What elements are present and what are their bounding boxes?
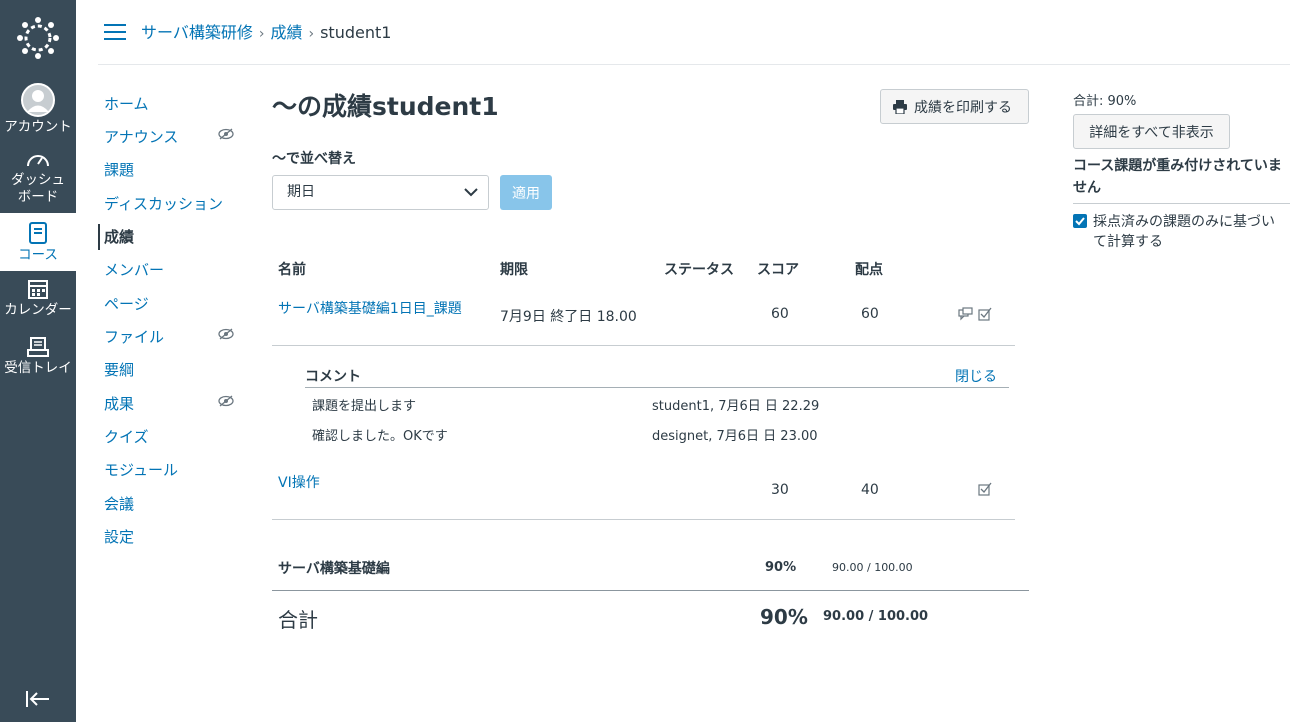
- courses-label: コース: [18, 247, 58, 263]
- column-header-due[interactable]: 期限: [500, 259, 528, 279]
- assignment-points: 40: [861, 482, 879, 498]
- rubric-icon[interactable]: [978, 307, 992, 321]
- account-label: アカウント: [4, 119, 72, 135]
- assignment-score[interactable]: 30: [771, 482, 789, 498]
- calendar-label: カレンダー: [4, 302, 72, 318]
- sidebar-divider: [1073, 203, 1290, 204]
- column-header-status: ステータス: [664, 262, 734, 278]
- collapse-nav-icon[interactable]: [25, 688, 51, 710]
- comment-meta: designet, 7月6日 日 23.00: [652, 429, 818, 444]
- course-nav-settings[interactable]: 設定: [98, 524, 238, 550]
- course-nav-quizzes[interactable]: クイズ: [98, 424, 238, 450]
- course-nav-discussions[interactable]: ディスカッション: [98, 191, 238, 217]
- total-percent: 90%: [760, 605, 808, 629]
- dashboard-icon: [27, 155, 49, 167]
- assignment-score[interactable]: 60: [771, 306, 789, 322]
- graded-only-checkbox-label[interactable]: 採点済みの課題のみに基づいて計算する: [1093, 212, 1288, 252]
- assignment-group-points: 90.00 / 100.00: [832, 561, 913, 574]
- book-icon: [29, 222, 47, 244]
- breadcrumb-grades-link[interactable]: 成績: [270, 23, 302, 42]
- global-nav: アカウント ダッシュ ボード コース カレンダー 受信トレイ: [0, 0, 76, 722]
- course-nav-syllabus[interactable]: 要綱: [98, 357, 238, 383]
- course-nav-home[interactable]: ホーム: [98, 91, 238, 117]
- global-nav-inbox[interactable]: 受信トレイ: [0, 336, 76, 386]
- page-header: サーバ構築研修 › 成績 › student1: [98, 0, 1290, 65]
- breadcrumb: サーバ構築研修 › 成績 › student1: [141, 22, 391, 45]
- global-nav-calendar[interactable]: カレンダー: [0, 278, 76, 328]
- course-nav-conferences[interactable]: 会議: [98, 491, 238, 517]
- assignment-due: 7月9日 終了日 18.00: [500, 309, 637, 325]
- column-header-name[interactable]: 名前: [278, 259, 306, 279]
- canvas-logo-icon[interactable]: [16, 16, 60, 60]
- rubric-icon[interactable]: [978, 482, 992, 496]
- eye-hidden-icon: [218, 128, 234, 140]
- sidebar-total: 合計: 90%: [1073, 94, 1137, 109]
- chevron-right-icon: ›: [308, 26, 315, 42]
- dashboard-label-2: ボード: [17, 189, 59, 205]
- course-nav-people[interactable]: メンバー: [98, 257, 238, 283]
- course-nav-assignments[interactable]: 課題: [98, 157, 238, 183]
- total-divider: [272, 590, 1029, 591]
- apply-button[interactable]: 適用: [500, 175, 552, 210]
- total-label: 合計: [278, 608, 318, 632]
- dashboard-label-1: ダッシュ: [11, 172, 65, 188]
- print-grades-button[interactable]: 成績を印刷する: [880, 89, 1029, 124]
- sort-select[interactable]: 期日: [272, 175, 489, 210]
- global-nav-courses[interactable]: コース: [0, 213, 76, 271]
- print-button-label: 成績を印刷する: [914, 99, 1012, 116]
- global-nav-account[interactable]: アカウント: [0, 83, 76, 139]
- inbox-label: 受信トレイ: [4, 360, 72, 376]
- row-divider: [272, 519, 1015, 520]
- comments-icon[interactable]: [958, 307, 974, 321]
- course-nav-outcomes[interactable]: 成果: [98, 391, 238, 417]
- chevron-down-icon: [464, 188, 478, 197]
- comment-text: 確認しました。OKです: [312, 429, 448, 444]
- breadcrumb-course-link[interactable]: サーバ構築研修: [141, 23, 253, 42]
- avatar-icon: [21, 83, 55, 117]
- comment-text: 課題を提出します: [312, 399, 417, 414]
- course-nav-label: アナウンス: [104, 128, 179, 146]
- printer-icon: [893, 100, 907, 114]
- page-title: 〜の成績student1: [272, 92, 499, 121]
- row-divider: [272, 345, 1015, 346]
- calendar-icon: [28, 280, 48, 299]
- assignment-link[interactable]: VI操作: [278, 472, 320, 492]
- column-header-points: 配点: [855, 262, 883, 278]
- column-header-score[interactable]: スコア: [757, 259, 799, 279]
- assignment-points: 60: [861, 306, 879, 322]
- global-nav-dashboard[interactable]: ダッシュ ボード: [0, 150, 76, 210]
- weighting-note: コース課題が重み付けされていません: [1073, 158, 1282, 196]
- comment-meta: student1, 7月6日 日 22.29: [652, 399, 820, 414]
- eye-hidden-icon: [218, 328, 234, 340]
- sort-label: 〜で並べ替え: [272, 151, 356, 167]
- assignment-group-name: サーバ構築基礎編: [278, 561, 390, 577]
- course-nav-pages[interactable]: ページ: [98, 291, 238, 317]
- hide-all-details-button[interactable]: 詳細をすべて非表示: [1073, 114, 1230, 149]
- total-points: 90.00 / 100.00: [823, 609, 929, 624]
- close-comments-link[interactable]: 閉じる: [955, 366, 997, 386]
- assignment-link[interactable]: サーバ構築基礎編1日目_課題: [278, 298, 462, 318]
- comments-divider: [305, 387, 1009, 388]
- chevron-right-icon: ›: [258, 26, 265, 42]
- eye-hidden-icon: [218, 395, 234, 407]
- sort-select-value: 期日: [287, 184, 315, 200]
- course-nav-files[interactable]: ファイル: [98, 324, 238, 350]
- hamburger-menu-icon[interactable]: [104, 24, 126, 40]
- course-nav-grades[interactable]: 成績: [98, 224, 238, 250]
- checkmark-icon: [1075, 217, 1085, 226]
- inbox-icon: [27, 337, 49, 357]
- breadcrumb-current: student1: [320, 23, 392, 42]
- course-nav-modules[interactable]: モジュール: [98, 457, 238, 483]
- course-nav-announcements[interactable]: アナウンス: [98, 124, 238, 150]
- assignment-group-percent: 90%: [765, 560, 797, 575]
- graded-only-checkbox[interactable]: [1073, 214, 1087, 228]
- comments-heading: コメント: [305, 369, 361, 385]
